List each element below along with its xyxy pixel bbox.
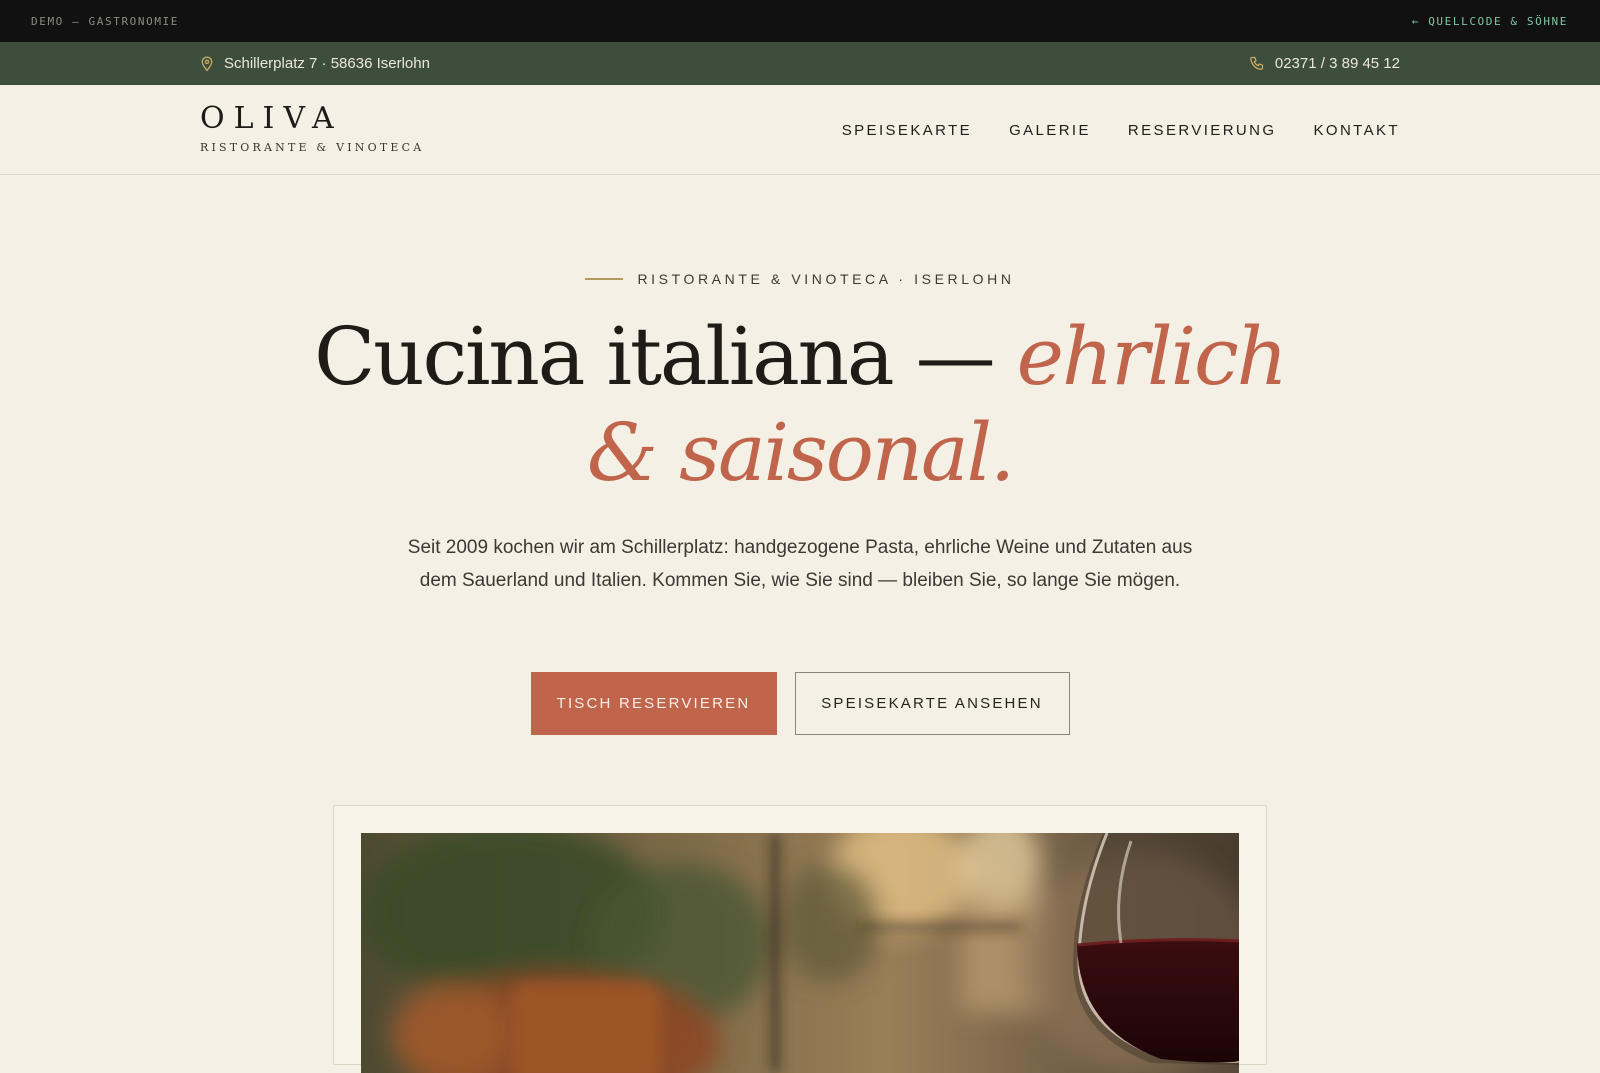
address-text: Schillerplatz 7 · 58636 Iserlohn	[224, 55, 430, 72]
headline-accent-2: & saisonal.	[586, 406, 1015, 499]
hero-lede: Seit 2009 kochen wir am Schillerplatz: h…	[407, 537, 1193, 591]
phone-item[interactable]: 02371 / 3 89 45 12	[1249, 55, 1400, 72]
main-nav: SPEISEKARTE GALERIE RESERVIERUNG KONTAKT	[842, 85, 1400, 175]
hero-photo	[361, 833, 1239, 1073]
reserve-table-button[interactable]: TISCH RESERVIEREN	[530, 672, 777, 735]
cta-row: TISCH RESERVIEREN SPEISEKARTE ANSEHEN	[0, 672, 1600, 735]
info-bar: Schillerplatz 7 · 58636 Iserlohn 02371 /…	[0, 42, 1600, 85]
nav-item-galerie[interactable]: GALERIE	[1009, 122, 1091, 139]
nav-item-speisekarte[interactable]: SPEISEKARTE	[842, 122, 972, 139]
hero-headline: Cucina italiana — ehrlich & saisonal.	[0, 309, 1600, 501]
phone-icon	[1249, 56, 1265, 72]
brand-subtitle: RISTORANTE & VINOTECA	[200, 141, 425, 154]
brand-logo[interactable]: OLIVA RISTORANTE & VINOTECA	[200, 101, 425, 155]
hero-eyebrow: RISTORANTE & VINOTECA · ISERLOHN	[0, 271, 1600, 287]
demo-label: DEMO — GASTRONOMIE	[31, 14, 180, 28]
demo-bar: DEMO — GASTRONOMIE ← QUELLCODE & SÖHNE	[0, 0, 1600, 42]
headline-main: Cucina italiana —	[314, 310, 1017, 403]
address-item: Schillerplatz 7 · 58636 Iserlohn	[200, 55, 430, 72]
hero-section: RISTORANTE & VINOTECA · ISERLOHN Cucina …	[0, 176, 1600, 1073]
view-menu-button[interactable]: SPEISEKARTE ANSEHEN	[794, 672, 1070, 735]
headline-accent-1: ehrlich	[1016, 310, 1288, 403]
nav-item-kontakt[interactable]: KONTAKT	[1313, 122, 1400, 139]
eyebrow-text: RISTORANTE & VINOTECA · ISERLOHN	[637, 271, 1015, 287]
hero-photo-frame	[333, 805, 1267, 1073]
brand-name: OLIVA	[200, 101, 343, 136]
map-pin-icon	[200, 56, 214, 72]
site-header: OLIVA RISTORANTE & VINOTECA SPEISEKARTE …	[0, 85, 1600, 175]
source-code-link[interactable]: ← QUELLCODE & SÖHNE	[1412, 15, 1568, 28]
restaurant-photo-illustration	[361, 833, 1239, 1073]
phone-number[interactable]: 02371 / 3 89 45 12	[1275, 55, 1400, 72]
nav-item-reservierung[interactable]: RESERVIERUNG	[1128, 122, 1277, 139]
eyebrow-divider	[585, 278, 624, 280]
